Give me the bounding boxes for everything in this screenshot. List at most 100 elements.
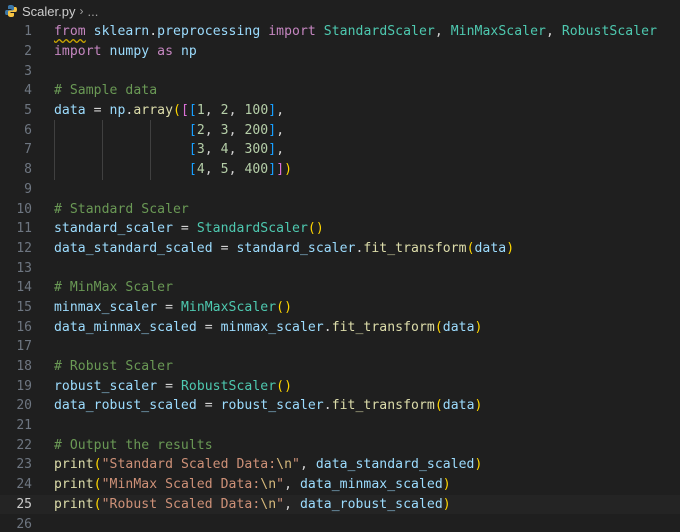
code-token: ,: [276, 142, 285, 158]
code-token: 300: [244, 142, 269, 158]
code-token: # Sample data: [54, 83, 158, 99]
code-token: (): [276, 299, 293, 315]
code-line[interactable]: 11 standard_scaler = StandardScaler(): [0, 219, 680, 239]
code-text: # Standard Scaler: [54, 202, 189, 217]
line-number: 26: [16, 516, 32, 532]
code-line[interactable]: 24 print("MinMax Scaled Data:\n", data_mi…: [0, 475, 680, 495]
code-token: (): [276, 378, 293, 394]
code-token: minmax_scaler: [220, 319, 324, 335]
line-number: 12: [16, 240, 32, 256]
code-line[interactable]: 14 # MinMax Scaler: [0, 278, 680, 298]
code-token: "MinMax Scaled Data:: [101, 477, 261, 493]
code-line[interactable]: 20 data_robust_scaled = robust_scaler.fit…: [0, 396, 680, 416]
code-token: 200: [244, 122, 269, 138]
python-file-icon: [4, 4, 18, 18]
line-number: 17: [16, 339, 32, 355]
line-number: 1: [24, 24, 32, 40]
code-token: data_robust_scaled: [54, 398, 197, 414]
code-token: 100: [244, 103, 269, 119]
code-token: ,: [228, 142, 245, 158]
line-number: 23: [16, 457, 32, 473]
code-token: data_minmax_scaled: [299, 477, 443, 493]
code-text: print("MinMax Scaled Data:\n", data_minm…: [54, 477, 451, 492]
code-token: (): [307, 221, 324, 237]
code-token: ): [474, 398, 483, 414]
line-number: 5: [24, 103, 32, 119]
code-token: RobustScaler: [180, 378, 277, 394]
code-token: StandardScaler: [323, 24, 435, 40]
code-token: fit_transform: [363, 240, 467, 256]
code-text: # Output the results: [54, 438, 213, 453]
code-token: ]: [268, 122, 277, 138]
code-line[interactable]: 26: [0, 514, 680, 532]
code-line[interactable]: 16 data_minmax_scaled = minmax_scaler.fit…: [0, 317, 680, 337]
code-token: 2: [220, 103, 229, 119]
code-token: ,: [204, 142, 221, 158]
code-token: import: [268, 24, 316, 40]
code-line[interactable]: 25 print("Robust Scaled Data:\n", data_ro…: [0, 494, 680, 515]
code-line[interactable]: 15 minmax_scaler = MinMaxScaler(): [0, 298, 680, 318]
code-token: =: [85, 103, 110, 119]
line-number: 4: [24, 83, 32, 99]
code-token: sklearn: [93, 24, 150, 40]
code-text: standard_scaler = StandardScaler(): [54, 221, 324, 236]
code-line[interactable]: 18 # Robust Scaler: [0, 357, 680, 377]
code-token: (: [93, 496, 102, 512]
code-line[interactable]: 13: [0, 258, 680, 278]
line-number: 16: [16, 319, 32, 335]
code-line[interactable]: 4 # Sample data: [0, 81, 680, 101]
code-line[interactable]: 23 print("Standard Scaled Data:\n", data_…: [0, 455, 680, 475]
code-token: data: [442, 319, 475, 335]
code-line[interactable]: 1 from sklearn.preprocessing import Stand…: [0, 22, 680, 42]
line-number: 24: [16, 477, 32, 493]
code-line[interactable]: 22 # Output the results: [0, 435, 680, 455]
code-line[interactable]: 12 data_standard_scaled = standard_scaler…: [0, 239, 680, 259]
code-line[interactable]: 21: [0, 416, 680, 436]
code-token: np: [180, 44, 197, 60]
code-token: print: [54, 457, 94, 473]
line-number: 25: [16, 496, 32, 512]
code-token: 4: [220, 142, 229, 158]
code-token: [: [188, 142, 197, 158]
breadcrumb-filename[interactable]: Scaler.py: [22, 4, 75, 19]
code-text: data = np.array([[1, 2, 100],: [54, 103, 284, 118]
code-line[interactable]: 9: [0, 180, 680, 200]
breadcrumb-symbols[interactable]: ...: [87, 4, 98, 19]
code-token: ): [474, 319, 483, 335]
code-token: 4: [196, 162, 205, 178]
code-line[interactable]: 3: [0, 61, 680, 81]
code-editor[interactable]: 1 from sklearn.preprocessing import Stand…: [0, 22, 680, 532]
line-number: 14: [16, 280, 32, 296]
code-token: ": [276, 496, 285, 512]
code-line[interactable]: 6 [2, 3, 200],: [0, 120, 680, 141]
code-line[interactable]: 2 import numpy as np: [0, 42, 680, 62]
code-line[interactable]: 5 data = np.array([[1, 2, 100],: [0, 101, 680, 121]
code-token: ): [442, 477, 451, 493]
code-token: \n: [260, 477, 277, 493]
code-line[interactable]: 8 [4, 5, 400]]): [0, 159, 680, 180]
code-token: (: [466, 240, 475, 256]
code-line[interactable]: 7 [3, 4, 300],: [0, 140, 680, 160]
code-line[interactable]: 17: [0, 337, 680, 357]
code-line[interactable]: 19 robust_scaler = RobustScaler(): [0, 376, 680, 396]
code-token: data_minmax_scaled: [54, 319, 197, 335]
line-number: 3: [24, 63, 32, 79]
line-number: 8: [24, 162, 32, 178]
code-token: 5: [220, 162, 229, 178]
code-token: ,: [276, 103, 285, 119]
code-token: fit_transform: [331, 319, 435, 335]
code-token: (: [173, 103, 181, 119]
code-token: ,: [545, 24, 562, 40]
code-token: as: [157, 44, 174, 60]
code-line[interactable]: 10 # Standard Scaler: [0, 199, 680, 219]
code-token: ,: [204, 103, 221, 119]
code-token: robust_scaler: [54, 378, 158, 394]
code-token: fit_transform: [331, 398, 435, 414]
code-text: # Sample data: [54, 83, 157, 98]
code-token: [: [188, 103, 197, 119]
code-token: data: [442, 398, 475, 414]
line-number: 19: [16, 378, 32, 394]
